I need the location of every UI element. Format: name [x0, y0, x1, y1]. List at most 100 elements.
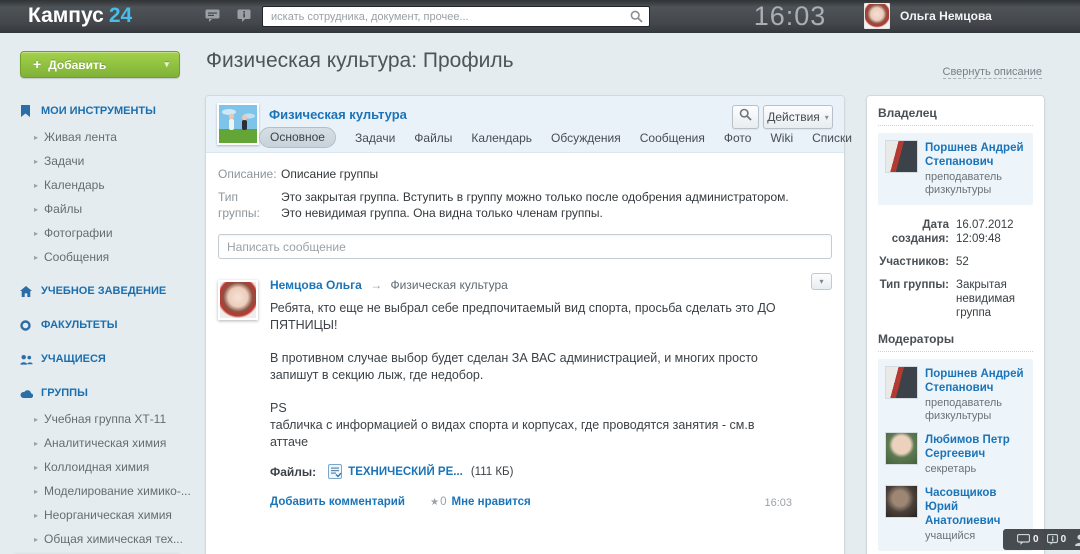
person-name-link[interactable]: Любимов Петр Сергеевич	[925, 433, 1025, 461]
person-name-link[interactable]: Часовщиков Юрий Анатолиевич	[925, 486, 1025, 528]
person-icon	[1074, 534, 1080, 546]
search-icon	[739, 108, 752, 126]
actions-button[interactable]: Действия ▾	[763, 105, 833, 129]
add-comment-link[interactable]: Добавить комментарий	[270, 496, 405, 508]
search-icon[interactable]	[630, 10, 643, 28]
moderator-row: Поршнев Андрей Степанович преподаватель …	[886, 367, 1025, 423]
home-icon	[20, 285, 33, 297]
feed-post: ▾ Немцова Ольга → Физическая культура Ре…	[218, 273, 832, 510]
group-meta: Дата создания: 16.07.2012 12:09:48 Участ…	[878, 218, 1033, 320]
sidebar-item-photos[interactable]: ▸ Фотографии	[0, 227, 190, 240]
sidebar-item-live-feed[interactable]: ▸ Живая лента	[0, 131, 190, 144]
group-avatar[interactable]	[217, 103, 259, 145]
bullet-icon: ▸	[34, 439, 39, 448]
person-name-link[interactable]: Поршнев Андрей Степанович	[925, 141, 1025, 169]
global-search	[262, 6, 650, 27]
arrow-right-icon: →	[370, 278, 383, 292]
bullet-icon: ▸	[34, 205, 39, 214]
bullet-icon: ▸	[34, 535, 39, 544]
post-author-link[interactable]: Немцова Ольга	[270, 278, 362, 292]
star-icon[interactable]: ★	[430, 497, 439, 508]
sidebar-item-faculties[interactable]: ФАКУЛЬТЕТЫ	[0, 318, 190, 332]
group-search-button[interactable]	[732, 105, 759, 129]
sidebar-item-group-general[interactable]: ▸ Общая химическая тех...	[0, 533, 190, 546]
add-button-label: Добавить	[48, 58, 107, 72]
topbar: Кампус24 16:03 Ольга Немцова	[0, 0, 1080, 33]
tab-photo[interactable]: Фото	[724, 131, 752, 145]
logo-text: Кампус	[28, 4, 104, 27]
group-tabs: Основное Задачи Файлы Календарь Обсужден…	[259, 127, 871, 148]
tab-tasks[interactable]: Задачи	[355, 131, 395, 145]
widget-chat-button[interactable]: 0	[1017, 534, 1039, 545]
cloud-icon	[20, 389, 33, 398]
tab-main[interactable]: Основное	[259, 127, 336, 148]
widget-info-button[interactable]: 0	[1046, 534, 1066, 545]
group-info-panel: Владелец Поршнев Андрей Степанович препо…	[866, 95, 1045, 554]
global-search-input[interactable]	[263, 7, 623, 26]
sidebar-item-my-tools[interactable]: МОИ ИНСТРУМЕНТЫ	[0, 104, 190, 118]
info-icon	[1046, 534, 1061, 545]
likes-count: 0	[440, 496, 447, 508]
sidebar-item-calendar[interactable]: ▸ Календарь	[0, 179, 190, 192]
owner-heading: Владелец	[878, 106, 1033, 126]
widget-people-button[interactable]	[1074, 534, 1080, 546]
attached-file-size: (111 КБ)	[470, 465, 514, 478]
user-name[interactable]: Ольга Немцова	[900, 9, 992, 23]
group-type-value: Закрытая невидимая группа	[956, 279, 1015, 319]
plus-icon: +	[33, 56, 42, 72]
section-groups: ГРУППЫ ▸ Учебная группа ХТ-11 ▸ Аналитичес…	[0, 386, 191, 554]
sidebar-item-groups[interactable]: ГРУППЫ	[0, 386, 190, 400]
chat-count: 0	[1033, 534, 1039, 545]
avatar[interactable]	[886, 433, 917, 464]
user-avatar[interactable]	[864, 3, 890, 29]
group-header: Физическая культура Основное Задачи Файл…	[206, 96, 852, 153]
files-label: Файлы:	[270, 464, 317, 479]
messages-icon[interactable]	[205, 9, 220, 22]
bullet-icon: ▸	[34, 253, 39, 262]
sidebar-item-messages[interactable]: ▸ Сообщения	[0, 251, 190, 264]
description-value: Описание группы	[281, 167, 379, 181]
person-name-link[interactable]: Поршнев Андрей Степанович	[925, 367, 1025, 395]
description-label: Описание:	[218, 167, 277, 181]
tab-lists[interactable]: Списки	[812, 131, 852, 145]
post-target-link[interactable]: Физическая культура	[391, 278, 508, 292]
like-link[interactable]: Мне нравится	[452, 496, 531, 508]
actions-button-label: Действия	[767, 110, 820, 124]
section-my-tools: МОИ ИНСТРУМЕНТЫ ▸ Живая лента ▸ Задачи ▸ Ка…	[0, 104, 190, 264]
members-count-value: 52	[956, 256, 969, 268]
group-type-value: Это закрытая группа. Вступить в группу м…	[281, 190, 789, 220]
avatar[interactable]	[886, 367, 917, 398]
sidebar-item-group-modeling[interactable]: ▸ Моделирование химико-...	[0, 485, 191, 498]
document-icon[interactable]	[328, 464, 343, 479]
tab-wiki[interactable]: Wiki	[770, 131, 793, 145]
app-logo[interactable]: Кампус 24	[28, 4, 132, 28]
post-author-avatar[interactable]	[218, 280, 258, 320]
group-name[interactable]: Физическая культура	[269, 107, 407, 122]
tab-calendar[interactable]: Календарь	[471, 131, 532, 145]
post-collapse-button[interactable]: ▾	[811, 273, 832, 290]
sidebar-item-group-xt11[interactable]: ▸ Учебная группа ХТ-11	[0, 413, 190, 426]
add-button[interactable]: + Добавить ▾	[20, 51, 180, 78]
tab-messages[interactable]: Сообщения	[640, 131, 705, 145]
quick-access-widget: 0 0	[1003, 529, 1080, 550]
write-message-input[interactable]	[218, 234, 832, 259]
sidebar-item-files[interactable]: ▸ Файлы	[0, 203, 190, 216]
bullet-icon: ▸	[34, 181, 39, 190]
sidebar-item-group-analytical[interactable]: ▸ Аналитическая химия	[0, 437, 190, 450]
avatar[interactable]	[886, 486, 917, 517]
sidebar-item-group-inorganic[interactable]: ▸ Неорганическая химия	[0, 509, 190, 522]
sidebar-item-group-colloid[interactable]: ▸ Коллоидная химия	[0, 461, 190, 474]
notifications-icon[interactable]	[237, 9, 252, 22]
sidebar-item-institution[interactable]: УЧЕБНОЕ ЗАВЕДЕНИЕ	[0, 284, 190, 298]
tab-discussions[interactable]: Обсуждения	[551, 131, 621, 145]
attached-file-link[interactable]: ТЕХНИЧЕСКИЙ РЕ...	[348, 466, 463, 478]
collapse-description-link[interactable]: Свернуть описание	[942, 66, 1042, 79]
tab-files[interactable]: Файлы	[414, 131, 452, 145]
bullet-icon: ▸	[34, 157, 39, 166]
chevron-down-icon: ▾	[164, 59, 169, 69]
sidebar-item-students[interactable]: УЧАЩИЕСЯ	[0, 352, 190, 366]
avatar[interactable]	[886, 141, 917, 172]
sidebar-item-tasks[interactable]: ▸ Задачи	[0, 155, 190, 168]
person-role: секретарь	[925, 463, 977, 475]
created-label: Дата создания:	[891, 219, 949, 245]
